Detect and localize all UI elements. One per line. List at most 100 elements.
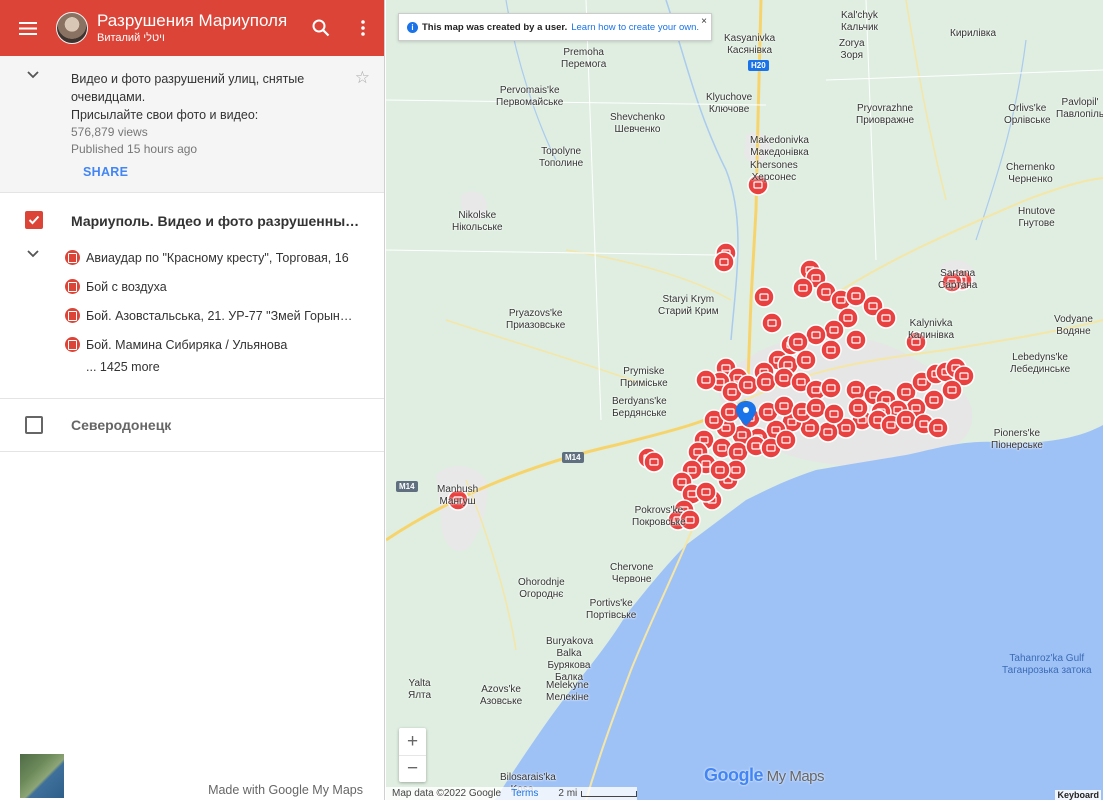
place-label: Prymiske Приміське <box>620 366 668 389</box>
map-marker[interactable] <box>820 377 842 399</box>
item-label: Авиаудар по "Красному кресту", Торговая,… <box>86 250 349 265</box>
close-icon[interactable]: × <box>701 16 707 27</box>
list-item[interactable]: Авиаудар по "Красному кресту", Торговая,… <box>65 243 364 272</box>
sea-label: Tahanroz'ka Gulf Таганрозька затока <box>1002 653 1092 676</box>
place-label: Berdyans'ke Бердянське <box>612 396 667 419</box>
user-map-notice: i This map was created by a user. Learn … <box>398 13 712 41</box>
search-button[interactable] <box>300 0 342 56</box>
map-view[interactable]: Kal'chyk Кальчик Kasyanivka Касянівка Zo… <box>386 0 1103 800</box>
zoom-out-button[interactable]: − <box>399 755 426 782</box>
place-label: Pavlopil' Павлопіль <box>1056 97 1103 120</box>
map-marker[interactable] <box>761 312 783 334</box>
place-label: Кирилівка <box>950 28 997 39</box>
place-label: Premoha Перемога <box>561 47 607 70</box>
map-marker[interactable] <box>775 429 797 451</box>
layer-title[interactable]: Мариуполь. Видео и фото разрушенных улиц <box>71 213 364 229</box>
place-label: Melekyne Мелекіне <box>546 680 589 703</box>
layer-title[interactable]: Северодонецк <box>71 417 364 433</box>
map-marker[interactable] <box>755 371 777 393</box>
search-icon <box>312 19 330 37</box>
google-wordmark: Google <box>704 765 764 785</box>
map-footer: Map data ©2022 Google Terms 2 mi <box>386 787 638 800</box>
place-label: Khersones Херсонес <box>750 160 798 183</box>
list-item[interactable]: Бой с воздуха <box>65 272 364 301</box>
map-marker[interactable] <box>792 277 814 299</box>
map-marker[interactable] <box>727 441 749 463</box>
share-button[interactable]: SHARE <box>83 165 128 179</box>
map-marker[interactable] <box>805 324 827 346</box>
place-label: Pryazovs'ke Приазовське <box>506 308 566 331</box>
map-marker[interactable] <box>753 286 775 308</box>
scale-bar <box>581 790 638 797</box>
scale-indicator: 2 mi <box>558 788 638 799</box>
place-label: Hnutove Гнутове <box>1018 206 1056 229</box>
map-marker[interactable] <box>895 409 917 431</box>
map-marker[interactable] <box>847 397 869 419</box>
map-marker[interactable] <box>875 307 897 329</box>
list-item[interactable]: Бой. Мамина Сибиряка / Ульянова <box>65 330 364 359</box>
place-label: Ohorodnje Огороднє <box>518 577 565 600</box>
place-label: Makedonivka Македонівка <box>750 135 809 158</box>
place-label: Vodyane Водяне <box>1054 314 1093 337</box>
more-options-button[interactable] <box>342 0 384 56</box>
place-label: Portivs'ke Портівське <box>586 598 637 621</box>
learn-more-link[interactable]: Learn how to create your own. <box>571 22 699 33</box>
map-marker[interactable] <box>643 451 665 473</box>
map-marker[interactable] <box>695 481 717 503</box>
item-label: Бой. Азовстальська, 21. УР-77 "Змей Горы… <box>86 308 354 323</box>
avatar[interactable] <box>56 12 88 44</box>
place-label: Kal'chyk Кальчик <box>841 10 878 33</box>
place-label: Topolyne Тополине <box>539 146 584 169</box>
chevron-down-icon[interactable] <box>26 249 40 259</box>
place-label: Zorya Зоря <box>839 38 865 61</box>
map-marker[interactable] <box>817 421 839 443</box>
map-marker[interactable] <box>927 417 949 439</box>
map-marker[interactable] <box>787 331 809 353</box>
video-marker-icon <box>65 337 80 352</box>
layer-checkbox-unchecked[interactable] <box>25 416 43 434</box>
chevron-down-icon[interactable] <box>26 70 40 80</box>
keyboard-shortcuts-button[interactable]: Keyboard <box>1055 790 1101 800</box>
item-label: Бой с воздуха <box>86 279 167 294</box>
place-label: Buryakova Balka Бурякова Балка <box>546 636 594 683</box>
road-shield: M14 <box>396 481 418 492</box>
map-marker[interactable] <box>709 459 731 481</box>
more-vert-icon <box>361 20 365 36</box>
map-marker[interactable] <box>820 339 842 361</box>
more-items-link[interactable]: ... 1425 more <box>86 360 364 374</box>
menu-button[interactable] <box>0 0 56 56</box>
map-marker[interactable] <box>795 349 817 371</box>
place-label: Shevchenko Шевченко <box>610 112 666 135</box>
terms-link[interactable]: Terms <box>511 788 538 799</box>
map-marker[interactable] <box>773 395 795 417</box>
layer-checkbox-checked[interactable] <box>25 211 43 229</box>
map-data-attribution: Map data ©2022 Google <box>392 788 502 799</box>
map-marker[interactable] <box>823 319 845 341</box>
description-text: Видео и фото разрушений улиц, снятые оче… <box>71 72 305 122</box>
map-marker[interactable] <box>695 369 717 391</box>
map-marker[interactable] <box>805 397 827 419</box>
header-bar: Разрушения Мариуполя Виталий ויטלי <box>0 0 384 56</box>
satellite-toggle-thumbnail[interactable] <box>20 754 64 798</box>
road-shield: H20 <box>748 60 769 71</box>
check-icon <box>28 215 40 225</box>
map-marker[interactable] <box>737 374 759 396</box>
published-time: Published 15 hours ago <box>71 142 198 156</box>
map-marker[interactable] <box>845 379 867 401</box>
place-label: Chernenko Черненко <box>1006 162 1055 185</box>
map-description: ☆ Видео и фото разрушений улиц, снятые о… <box>0 56 384 193</box>
map-marker[interactable] <box>845 329 867 351</box>
place-label: Sartana Сартана <box>938 268 978 291</box>
place-label: Yalta Ялта <box>408 678 432 701</box>
star-icon[interactable]: ☆ <box>355 68 370 88</box>
map-author: Виталий ויטלי <box>97 32 165 45</box>
map-marker[interactable] <box>941 379 963 401</box>
video-marker-icon <box>65 250 80 265</box>
list-item[interactable]: Бой. Азовстальська, 21. УР-77 "Змей Горы… <box>65 301 364 330</box>
place-label: Azovs'ke Азовське <box>480 684 523 707</box>
map-marker[interactable] <box>823 403 845 425</box>
map-marker[interactable] <box>923 389 945 411</box>
place-label: Staryi Krym Старий Крим <box>658 294 719 317</box>
map-marker[interactable] <box>713 251 735 273</box>
zoom-in-button[interactable]: + <box>399 728 426 755</box>
